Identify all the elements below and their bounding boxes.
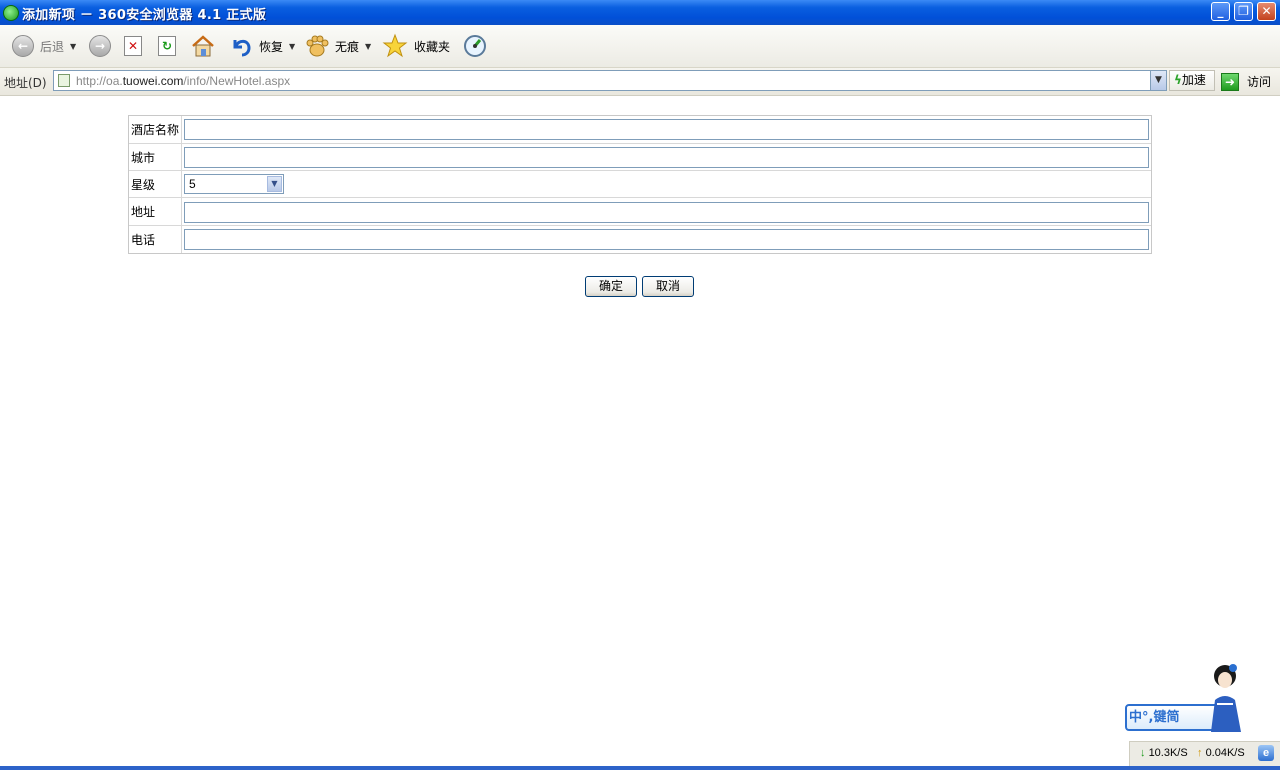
go-arrow-icon: ➜ bbox=[1221, 72, 1239, 91]
hotel-name-input[interactable] bbox=[184, 119, 1149, 140]
title-bar: 添加新项 － 360安全浏览器 4.1 正式版 _ ❐ ✕ bbox=[0, 0, 1280, 25]
download-arrow-icon: ↓ bbox=[1140, 747, 1146, 759]
favorites-button[interactable]: 收藏夹 bbox=[382, 33, 450, 59]
ime-mascot-icon bbox=[1211, 664, 1241, 732]
speedup-button[interactable]: ϟ加速 bbox=[1169, 70, 1215, 91]
visit-button[interactable]: ➜ 访问 bbox=[1221, 71, 1271, 92]
browser-toolbar: ← 后退 ▼ → ✕ ↻ 恢复 ▼ 无痕 ▼ 收藏夹 bbox=[0, 25, 1280, 68]
speedup-label: 加速 bbox=[1181, 73, 1206, 87]
restore-tab-button[interactable]: 恢复 ▼ bbox=[229, 33, 295, 59]
visit-label: 访问 bbox=[1247, 75, 1272, 89]
stop-button[interactable]: ✕ bbox=[124, 33, 142, 59]
address-input[interactable]: http://oa.tuowei.com/info/NewHotel.aspx … bbox=[53, 70, 1167, 91]
back-label: 后退 bbox=[40, 39, 65, 54]
form-row-phone: 电话 bbox=[129, 226, 1151, 253]
address-label: 地址(D) bbox=[4, 76, 47, 90]
form-row-hotel-name: 酒店名称 bbox=[129, 116, 1151, 144]
forward-button[interactable]: → bbox=[89, 33, 111, 59]
home-icon bbox=[192, 35, 214, 57]
address-field-input[interactable] bbox=[184, 202, 1149, 223]
upload-speed: ↑ 0.04K/S bbox=[1197, 747, 1245, 759]
window-title: 添加新项 － 360安全浏览器 4.1 正式版 bbox=[22, 8, 267, 23]
back-arrow-icon: ← bbox=[12, 35, 34, 57]
download-speed-value: 10.3K/S bbox=[1148, 747, 1188, 759]
forward-arrow-icon: → bbox=[89, 35, 111, 57]
stop-icon: ✕ bbox=[124, 36, 142, 56]
phone-input[interactable] bbox=[184, 229, 1149, 250]
back-dropdown-icon[interactable]: ▼ bbox=[70, 42, 76, 51]
speedometer-icon bbox=[464, 35, 486, 57]
star-label: 星级 bbox=[129, 171, 182, 197]
address-url[interactable]: http://oa.tuowei.com/info/NewHotel.aspx bbox=[76, 74, 290, 88]
form-row-city: 城市 bbox=[129, 144, 1151, 171]
hotel-name-label: 酒店名称 bbox=[129, 116, 182, 143]
back-button[interactable]: ← 后退 ▼ bbox=[12, 33, 76, 59]
phone-label: 电话 bbox=[129, 226, 182, 253]
undo-icon bbox=[233, 39, 251, 57]
star-select[interactable]: 5 ▼ bbox=[184, 174, 284, 194]
paw-icon bbox=[306, 35, 329, 57]
minimize-button[interactable]: _ bbox=[1211, 2, 1230, 21]
hotel-form: 酒店名称 城市 星级 5 ▼ 地址 电话 bbox=[128, 115, 1152, 254]
cancel-button[interactable]: 取消 bbox=[642, 276, 694, 297]
taskbar-edge bbox=[0, 766, 1280, 770]
speed-check-button[interactable] bbox=[463, 33, 487, 59]
download-speed: ↓ 10.3K/S bbox=[1140, 747, 1188, 759]
form-row-address: 地址 bbox=[129, 198, 1151, 226]
refresh-button[interactable]: ↻ bbox=[158, 33, 176, 59]
status-bar: ↓ 10.3K/S ↑ 0.04K/S e bbox=[1129, 741, 1280, 766]
restore-button[interactable]: ❐ bbox=[1234, 2, 1253, 21]
url-domain: tuowei.com bbox=[122, 74, 184, 88]
form-row-star: 星级 5 ▼ bbox=[129, 171, 1151, 198]
url-path: /info/NewHotel.aspx bbox=[183, 74, 291, 88]
home-button[interactable] bbox=[190, 33, 216, 59]
chevron-down-icon[interactable]: ▼ bbox=[267, 176, 282, 192]
restore-dropdown-icon[interactable]: ▼ bbox=[289, 42, 295, 51]
favorites-label: 收藏夹 bbox=[414, 39, 451, 54]
refresh-icon: ↻ bbox=[158, 36, 176, 56]
restore-label: 恢复 bbox=[259, 39, 284, 54]
address-dropdown-icon[interactable]: ▼ bbox=[1150, 71, 1166, 90]
ie-icon[interactable]: e bbox=[1258, 745, 1274, 761]
address-bar: 地址(D) http://oa.tuowei.com/info/NewHotel… bbox=[0, 68, 1280, 96]
incognito-label: 无痕 bbox=[335, 39, 360, 54]
city-label: 城市 bbox=[129, 144, 182, 170]
ime-widget[interactable]: 中°,键简 bbox=[1125, 660, 1245, 734]
star-icon bbox=[382, 33, 408, 58]
star-select-value: 5 bbox=[189, 177, 196, 191]
url-prefix: http://oa. bbox=[76, 74, 123, 88]
ok-button[interactable]: 确定 bbox=[585, 276, 637, 297]
incognito-dropdown-icon[interactable]: ▼ bbox=[365, 42, 371, 51]
browser-logo-icon bbox=[3, 5, 19, 21]
page-icon bbox=[58, 74, 70, 87]
incognito-button[interactable]: 无痕 ▼ bbox=[305, 33, 371, 59]
upload-speed-value: 0.04K/S bbox=[1205, 747, 1245, 759]
lightning-icon: ϟ bbox=[1174, 73, 1182, 87]
city-input[interactable] bbox=[184, 147, 1149, 168]
address-field-label: 地址 bbox=[129, 198, 182, 225]
upload-arrow-icon: ↑ bbox=[1197, 747, 1203, 759]
close-button[interactable]: ✕ bbox=[1257, 2, 1276, 21]
